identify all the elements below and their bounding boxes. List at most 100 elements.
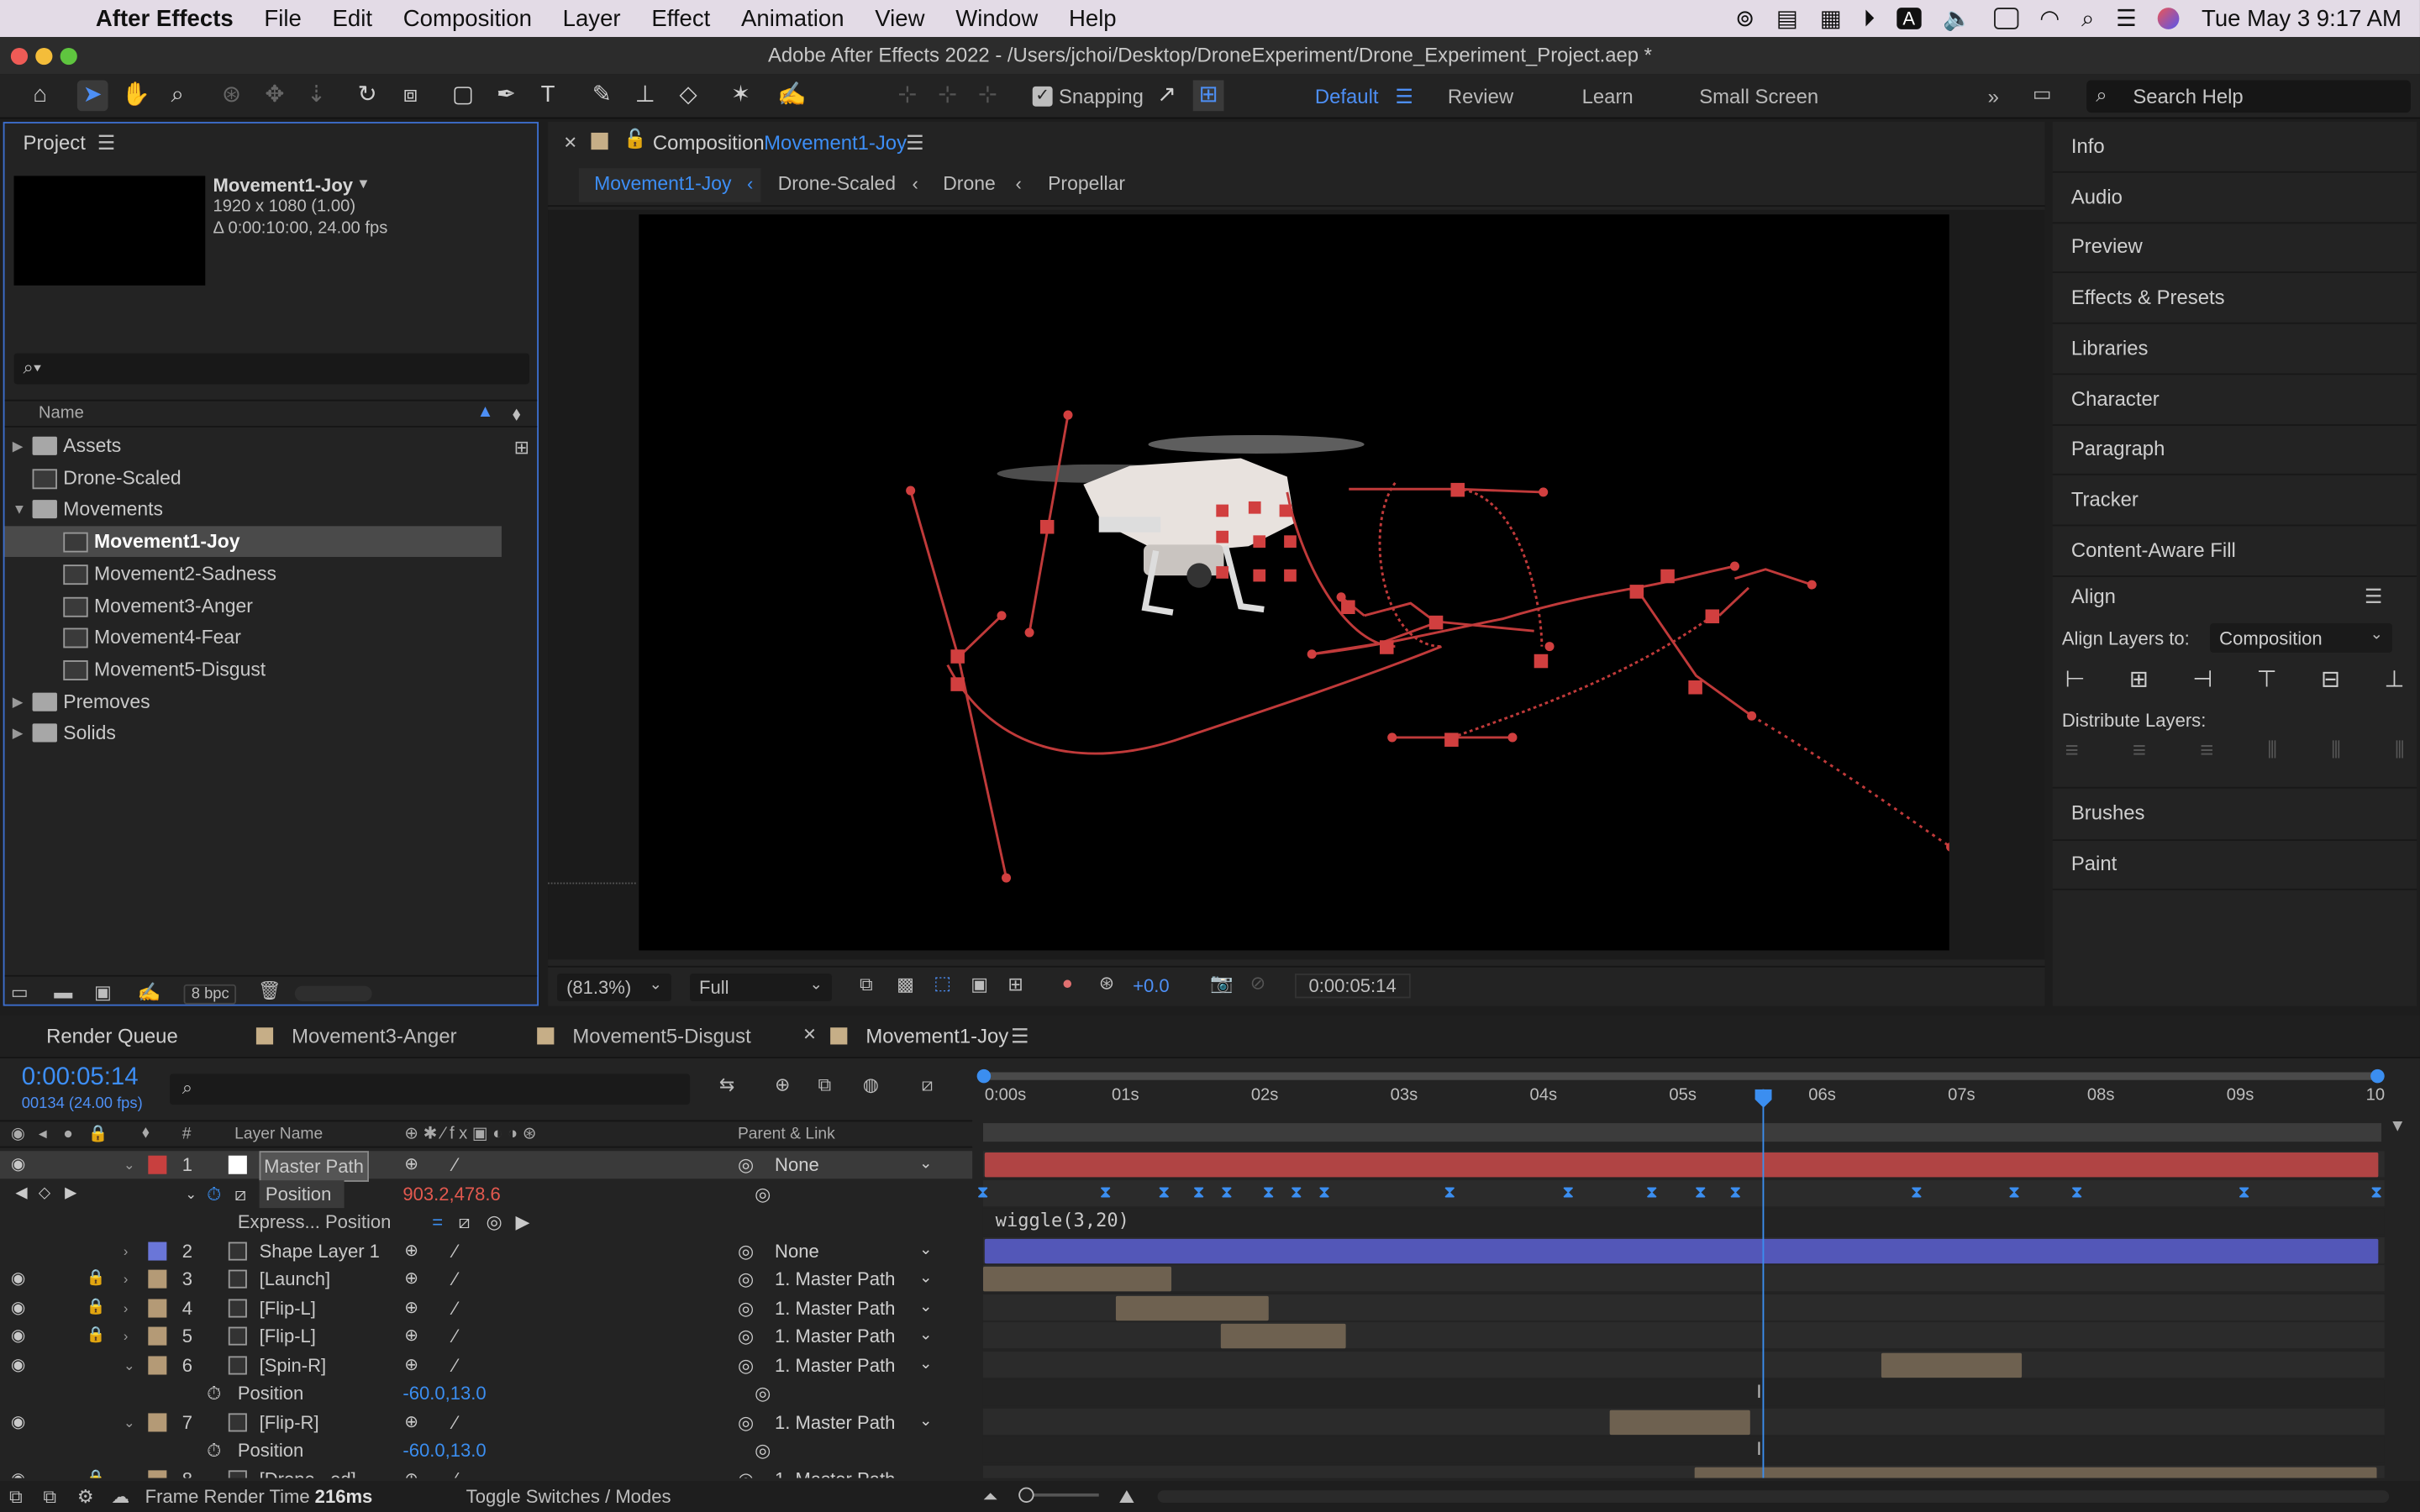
project-item-assets[interactable]: ▶ Assets bbox=[5, 430, 538, 461]
next-keyframe-icon[interactable]: ▶ bbox=[65, 1179, 76, 1207]
brush-tool-icon[interactable]: ✎ bbox=[587, 81, 618, 112]
shy-switch-icon[interactable]: ⊕ bbox=[404, 1265, 418, 1293]
menu-help[interactable]: Help bbox=[1054, 5, 1132, 31]
timeline-menu-icon[interactable]: ☰ bbox=[1011, 1025, 1028, 1049]
project-item-movement1-joy[interactable]: Movement1-Joy bbox=[4, 526, 502, 558]
keyframe-marker[interactable]: ⧗ bbox=[2008, 1184, 2021, 1201]
mask-path-visibility-icon[interactable]: ⬚ bbox=[934, 972, 951, 994]
label-color-swatch[interactable] bbox=[148, 1412, 167, 1431]
layer-name-5[interactable]: [Flip-L] bbox=[260, 1322, 316, 1350]
project-item-drone-scaled[interactable]: Drone-Scaled bbox=[5, 462, 538, 493]
selected-item-name[interactable]: Movement1-Joy bbox=[213, 175, 353, 197]
menu-app-name[interactable]: After Effects bbox=[81, 5, 250, 31]
selected-item-dropdown-icon[interactable]: ▼ bbox=[356, 176, 370, 191]
layer-name-1[interactable]: Master Path bbox=[259, 1151, 369, 1182]
timeline-search-input[interactable]: ⌕ bbox=[170, 1074, 691, 1105]
right-panel-effects-presets[interactable]: Effects & Presets bbox=[2071, 286, 2225, 309]
right-panel-audio[interactable]: Audio bbox=[2071, 185, 2123, 208]
layer-name-column-header[interactable]: Layer Name bbox=[234, 1125, 323, 1143]
keyframe-marker[interactable]: ⧗ bbox=[1911, 1184, 1923, 1201]
project-item-movement3-anger[interactable]: Movement3-Anger bbox=[5, 591, 538, 622]
keyframe-marker[interactable]: ⧗ bbox=[2370, 1184, 2383, 1201]
keyframe-marker[interactable]: ⧗ bbox=[2238, 1184, 2251, 1201]
pick-whip-icon[interactable]: ◎ bbox=[738, 1265, 754, 1293]
keyframe-marker[interactable]: ⧗ bbox=[1318, 1184, 1331, 1201]
lock-icon[interactable]: 🔒 bbox=[87, 1465, 106, 1478]
audio-icon[interactable]: ◂ bbox=[39, 1125, 47, 1143]
parent-dropdown[interactable]: 1. Master Path ⌄ bbox=[765, 1467, 939, 1478]
distribute-top-icon[interactable]: ≡ bbox=[2065, 738, 2079, 771]
snapping-checkbox[interactable]: ✓ bbox=[1032, 86, 1053, 107]
transparency-grid-icon[interactable]: ▩ bbox=[897, 974, 914, 995]
expand-triangle-icon[interactable]: ⌄ bbox=[124, 1151, 135, 1179]
workspace-learn[interactable]: Learn bbox=[1582, 85, 1634, 108]
layer-name-8[interactable]: [Drone...ed] bbox=[260, 1465, 356, 1478]
disclosure-triangle-icon[interactable]: ▶ bbox=[13, 430, 24, 461]
work-area-range[interactable] bbox=[982, 1123, 2382, 1142]
parent-dropdown[interactable]: 1. Master Path ⌄ bbox=[765, 1324, 939, 1348]
video-eye-icon[interactable]: ◉ bbox=[11, 1125, 25, 1143]
zoom-out-icon[interactable]: ⏶ bbox=[983, 1481, 998, 1512]
zoom-window-button[interactable] bbox=[60, 47, 77, 66]
right-panel-libraries[interactable]: Libraries bbox=[2071, 336, 2149, 360]
zoom-in-handle[interactable] bbox=[976, 1068, 992, 1084]
parent-dropdown[interactable]: 1. Master Path ⌄ bbox=[765, 1267, 939, 1291]
graph-editor-icon[interactable]: ⧄ bbox=[922, 1074, 934, 1097]
lock-icon[interactable]: 🔒 bbox=[87, 1265, 106, 1293]
layer-bar[interactable] bbox=[1219, 1323, 1346, 1349]
align-vertical-center-icon[interactable]: ⊟ bbox=[2321, 665, 2340, 699]
keyframe-marker[interactable]: ⧗ bbox=[1291, 1184, 1303, 1201]
menu-composition[interactable]: Composition bbox=[387, 5, 547, 31]
pick-whip-icon[interactable]: ◎ bbox=[738, 1294, 754, 1321]
right-panel-tracker[interactable]: Tracker bbox=[2071, 487, 2139, 511]
eraser-tool-icon[interactable]: ◇ bbox=[673, 81, 704, 112]
expression-text[interactable]: wiggle(3,20) bbox=[996, 1210, 1129, 1231]
label-color-swatch[interactable] bbox=[148, 1355, 167, 1374]
align-top-icon[interactable]: ⊤ bbox=[2257, 665, 2277, 699]
rotation-tool-icon[interactable]: ↻ bbox=[352, 81, 383, 112]
expression-graph-icon[interactable]: ⧄ bbox=[458, 1208, 470, 1236]
project-item-movement4-fear[interactable]: Movement4-Fear bbox=[5, 622, 538, 654]
shy-switch-icon[interactable]: ⊕ bbox=[404, 1236, 418, 1264]
layer-bar[interactable] bbox=[984, 1152, 2379, 1178]
pan-camera-icon[interactable]: ✥ bbox=[260, 81, 291, 112]
current-time-display[interactable]: 0:00:05:14 bbox=[22, 1064, 139, 1092]
layer-bar[interactable] bbox=[1693, 1466, 2377, 1478]
spotlight-icon[interactable]: ⌕ bbox=[2081, 5, 2094, 31]
quality-switch-icon[interactable]: ⁄ bbox=[454, 1465, 457, 1478]
close-tab-icon[interactable]: ✕ bbox=[802, 1025, 817, 1044]
composition-canvas[interactable] bbox=[639, 214, 2010, 951]
project-search-input[interactable]: ⌕▾ bbox=[13, 353, 529, 385]
layer-name-7[interactable]: [Flip-R] bbox=[260, 1408, 319, 1436]
parent-dropdown[interactable]: None ⌄ bbox=[765, 1152, 939, 1177]
expression-pickwhip-icon[interactable]: ◎ bbox=[487, 1208, 502, 1236]
close-comp-tab-icon[interactable]: ✕ bbox=[563, 133, 577, 153]
project-item-premoves[interactable]: ▶ Premoves bbox=[5, 686, 538, 717]
color-management-icon[interactable]: ⊛ bbox=[1099, 972, 1114, 994]
parent-dropdown[interactable]: 1. Master Path ⌄ bbox=[765, 1295, 939, 1320]
right-panel-paragraph[interactable]: Paragraph bbox=[2071, 437, 2165, 460]
pick-whip-icon[interactable]: ◎ bbox=[755, 1436, 771, 1464]
keyframe-marker[interactable]: ⧗ bbox=[1695, 1184, 1707, 1201]
keyframe-marker[interactable]: ⧗ bbox=[1221, 1184, 1234, 1201]
time-ruler[interactable]: 0:00s 01s 02s 03s 04s 05s 06s 07s 08s 09s 10 bbox=[976, 1068, 2390, 1148]
layer-bar[interactable] bbox=[1115, 1294, 1269, 1320]
expression-enable-icon[interactable]: = bbox=[432, 1208, 443, 1236]
distribute-vcenter-icon[interactable]: ≡ bbox=[2133, 738, 2146, 771]
quality-switch-icon[interactable]: ⁄ bbox=[454, 1322, 457, 1350]
disclosure-triangle-icon[interactable]: ▶ bbox=[13, 718, 24, 749]
video-eye-icon[interactable]: ◉ bbox=[11, 1294, 26, 1321]
project-item-solids[interactable]: ▶ Solids bbox=[5, 718, 538, 749]
comp-mini-flowchart-icon[interactable]: ⇆ bbox=[719, 1074, 734, 1095]
hand-tool-icon[interactable]: ✋ bbox=[120, 81, 151, 112]
viewer-timecode[interactable]: 0:00:05:14 bbox=[1294, 973, 1411, 999]
resolution-dropdown[interactable]: Full ⌄ bbox=[690, 973, 832, 1002]
parent-dropdown[interactable]: 1. Master Path ⌄ bbox=[765, 1352, 939, 1377]
input-source-icon[interactable]: A bbox=[1896, 8, 1922, 29]
layer-name-4[interactable]: [Flip-L] bbox=[260, 1294, 316, 1321]
control-center-icon[interactable]: ☰ bbox=[2116, 5, 2137, 32]
snap-edges-icon[interactable]: ↗ bbox=[1151, 81, 1182, 112]
menu-view[interactable]: View bbox=[860, 5, 940, 31]
siri-icon[interactable] bbox=[2158, 8, 2181, 29]
breadcrumb-movement1-joy[interactable]: Movement1-Joy bbox=[594, 173, 731, 195]
